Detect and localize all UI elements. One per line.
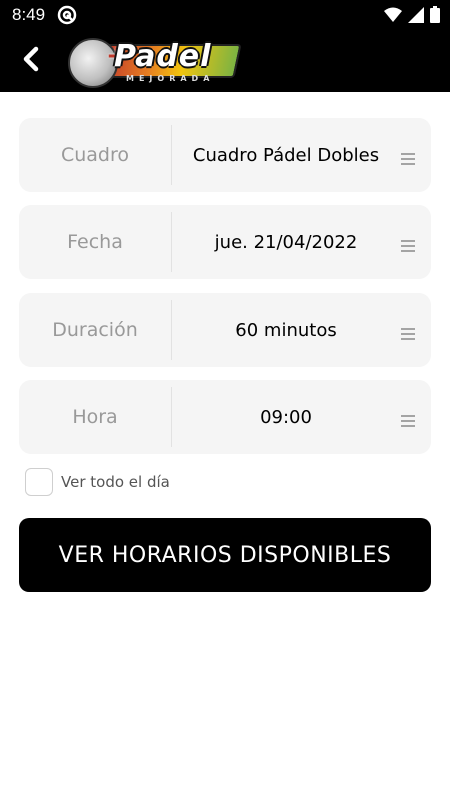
- logo-subtitle: MEJORADA: [126, 74, 215, 83]
- at-sign-icon: [57, 5, 77, 30]
- padel-mejorada-logo: + Padel MEJORADA: [66, 36, 242, 88]
- chevron-left-icon: [19, 46, 43, 76]
- back-button[interactable]: [14, 44, 48, 78]
- view-available-times-button[interactable]: VER HORARIOS DISPONIBLES: [19, 518, 431, 592]
- field-label-fecha: Fecha: [67, 231, 123, 253]
- all-day-checkbox-label: Ver todo el día: [61, 473, 170, 491]
- field-value-cuadro[interactable]: Cuadro Pádel Dobles: [172, 118, 400, 192]
- menu-lines-icon[interactable]: [401, 327, 415, 341]
- field-label-duracion: Duración: [52, 319, 138, 341]
- all-day-checkbox-row[interactable]: Ver todo el día: [25, 468, 170, 496]
- field-row-fecha[interactable]: Fecha jue. 21/04/2022: [19, 205, 431, 279]
- app-bar: + Padel MEJORADA: [0, 30, 450, 92]
- field-row-hora[interactable]: Hora 09:00: [19, 380, 431, 454]
- all-day-checkbox[interactable]: [25, 468, 53, 496]
- menu-lines-icon[interactable]: [401, 152, 415, 166]
- field-value-duracion[interactable]: 60 minutos: [172, 293, 400, 367]
- menu-lines-icon[interactable]: [401, 239, 415, 253]
- field-label-hora: Hora: [72, 406, 118, 428]
- signal-icon: [408, 6, 424, 28]
- status-time: 8:49: [12, 5, 46, 24]
- field-row-cuadro[interactable]: Cuadro Cuadro Pádel Dobles: [19, 118, 431, 192]
- status-bar: 8:49: [0, 0, 450, 30]
- logo-text: Padel: [114, 39, 212, 74]
- field-row-duracion[interactable]: Duración 60 minutos: [19, 293, 431, 367]
- field-value-fecha[interactable]: jue. 21/04/2022: [172, 205, 400, 279]
- field-label-cuadro: Cuadro: [60, 144, 130, 166]
- field-value-hora[interactable]: 09:00: [172, 380, 400, 454]
- menu-lines-icon[interactable]: [401, 414, 415, 428]
- wifi-icon: [384, 7, 402, 28]
- battery-icon: [430, 6, 440, 28]
